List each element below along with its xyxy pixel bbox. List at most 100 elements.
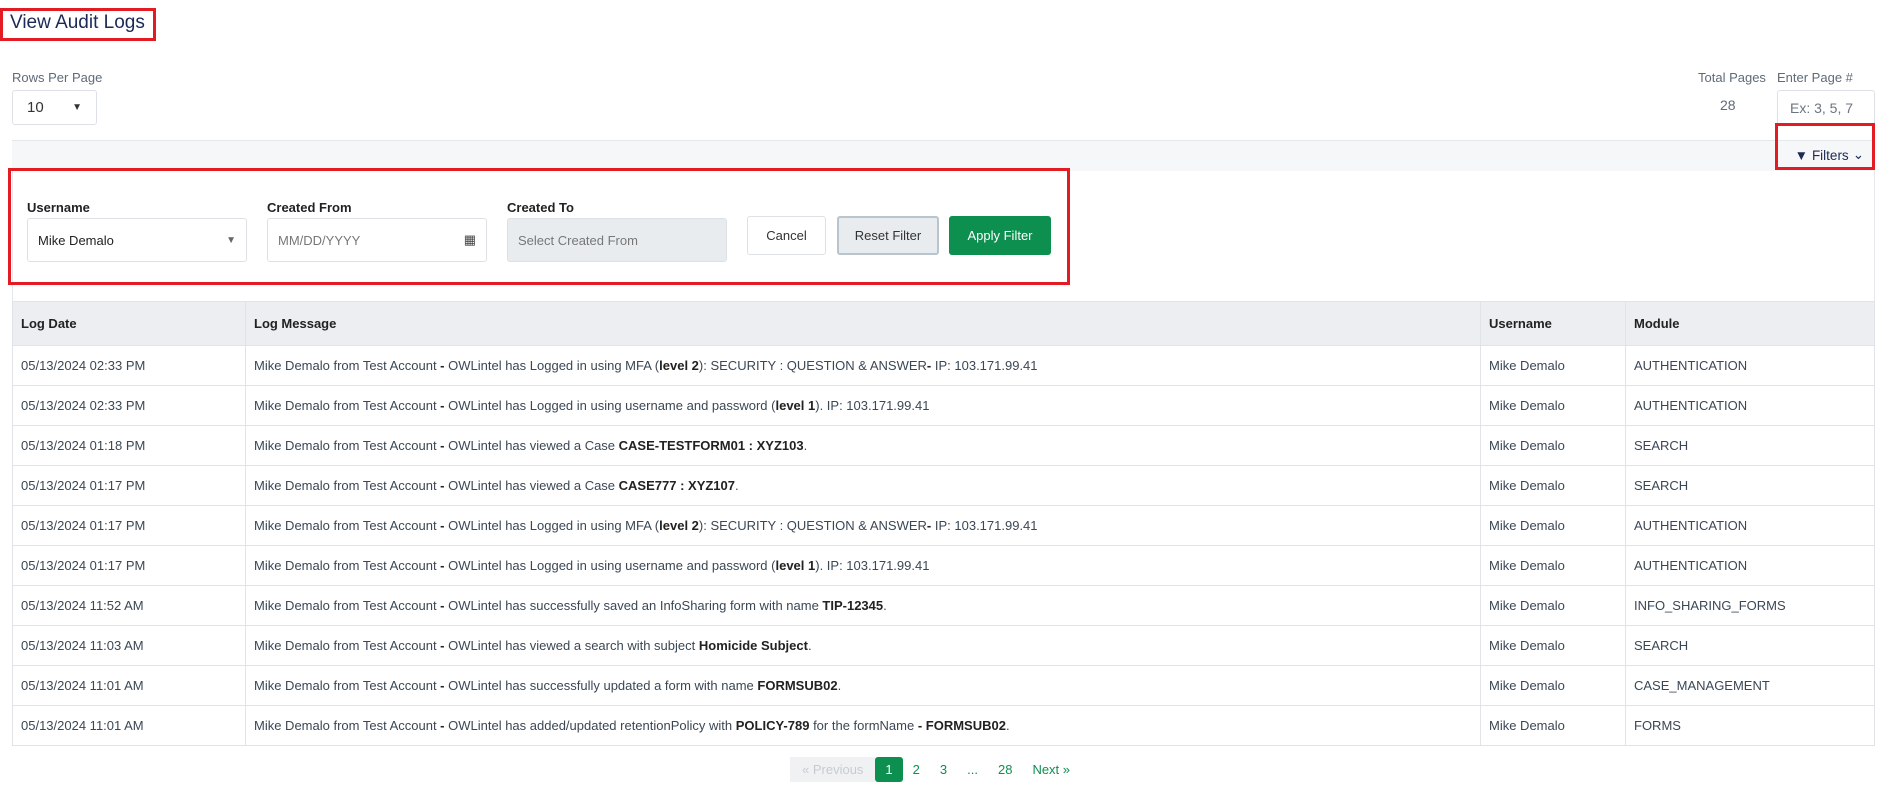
message-text: Mike Demalo from Test Account (254, 398, 441, 413)
highlight-title (0, 8, 156, 41)
message-text: ). IP: 103.171.99.41 (815, 558, 930, 573)
message-highlight: level 1 (775, 558, 816, 573)
page-3-button[interactable]: 3 (930, 757, 957, 782)
username-cell: Mike Demalo (1480, 505, 1626, 546)
message-text: . (735, 478, 739, 493)
page-2-button[interactable]: 2 (903, 757, 930, 782)
log-message-cell: Mike Demalo from Test Account - OWLintel… (245, 585, 1481, 626)
previous-page-button[interactable]: « Previous (790, 757, 876, 782)
log-date-cell: 05/13/2024 11:52 AM (12, 585, 246, 626)
message-text: OWLintel has viewed a Case (444, 438, 619, 453)
message-text: OWLintel has viewed a Case (444, 478, 619, 493)
table-row: 05/13/2024 11:52 AM Mike Demalo from Test… (12, 585, 1875, 626)
message-text: Mike Demalo from Test Account (254, 558, 441, 573)
message-text: OWLintel has successfully saved an InfoS… (444, 598, 823, 613)
message-text: IP: 103.171.99.41 (931, 358, 1038, 373)
module-cell: AUTHENTICATION (1625, 385, 1875, 426)
table-row: 05/13/2024 11:01 AM Mike Demalo from Test… (12, 665, 1875, 706)
highlight-filter-panel (8, 168, 1070, 285)
message-text: Mike Demalo from Test Account (254, 638, 441, 653)
message-text: OWLintel has viewed a search with subjec… (444, 638, 699, 653)
log-date-cell: 05/13/2024 11:01 AM (12, 705, 246, 746)
table-row: 05/13/2024 02:33 PM Mike Demalo from Test… (12, 345, 1875, 386)
message-text: IP: 103.171.99.41 (931, 518, 1038, 533)
total-pages-label: Total Pages (1698, 70, 1766, 85)
page-1-button[interactable]: 1 (875, 757, 903, 782)
log-message-cell: Mike Demalo from Test Account - OWLintel… (245, 505, 1481, 546)
log-date-cell: 05/13/2024 02:33 PM (12, 385, 246, 426)
highlight-filters (1775, 123, 1875, 170)
log-date-cell: 05/13/2024 01:17 PM (12, 505, 246, 546)
message-highlight: level 2 (659, 518, 699, 533)
message-text: Mike Demalo from Test Account (254, 518, 441, 533)
message-text: ): SECURITY : QUESTION & ANSWER (698, 518, 927, 533)
rows-per-page-value: 10 (27, 99, 44, 116)
message-highlight: TIP-12345 (822, 598, 884, 613)
message-text: OWLintel has Logged in using MFA ( (444, 358, 660, 373)
column-header-log-date[interactable]: Log Date (12, 301, 246, 346)
log-date-cell: 05/13/2024 11:03 AM (12, 625, 246, 666)
username-cell: Mike Demalo (1480, 425, 1626, 466)
table-row: 05/13/2024 02:33 PM Mike Demalo from Test… (12, 385, 1875, 426)
log-message-cell: Mike Demalo from Test Account - OWLintel… (245, 705, 1481, 746)
total-pages-value: 28 (1720, 97, 1736, 113)
column-header-username[interactable]: Username (1480, 301, 1626, 346)
page-number-input[interactable]: Ex: 3, 5, 7 (1777, 90, 1875, 126)
message-text: Mike Demalo from Test Account (254, 678, 441, 693)
log-message-cell: Mike Demalo from Test Account - OWLintel… (245, 465, 1481, 506)
message-text: Mike Demalo from Test Account (254, 478, 441, 493)
username-cell: Mike Demalo (1480, 705, 1626, 746)
message-highlight: Homicide Subject (698, 638, 808, 653)
module-cell: INFO_SHARING_FORMS (1625, 585, 1875, 626)
message-text: . (803, 438, 808, 453)
message-text: ): SECURITY : QUESTION & ANSWER (698, 358, 927, 373)
log-date-cell: 05/13/2024 01:17 PM (12, 545, 246, 586)
message-highlight: POLICY-789 (735, 718, 810, 733)
message-text: OWLintel has successfully updated a form… (444, 678, 758, 693)
username-cell: Mike Demalo (1480, 585, 1626, 626)
message-highlight: - FORMSUB02 (917, 718, 1006, 733)
rows-per-page-label: Rows Per Page (12, 70, 103, 85)
message-text: OWLintel has Logged in using username an… (444, 398, 776, 413)
ellipsis: ... (967, 762, 978, 777)
table-row: 05/13/2024 01:17 PM Mike Demalo from Test… (12, 465, 1875, 506)
message-text: OWLintel has Logged in using MFA ( (444, 518, 660, 533)
message-highlight: level 1 (775, 398, 816, 413)
table-row: 05/13/2024 11:01 AM Mike Demalo from Test… (12, 705, 1875, 746)
rows-per-page-select[interactable]: 10 ▼ (12, 90, 97, 125)
module-cell: SEARCH (1625, 425, 1875, 466)
page-28-button[interactable]: 28 (988, 757, 1022, 782)
log-message-cell: Mike Demalo from Test Account - OWLintel… (245, 345, 1481, 386)
module-cell: FORMS (1625, 705, 1875, 746)
message-highlight: CASE-TESTFORM01 : XYZ103 (618, 438, 804, 453)
log-message-cell: Mike Demalo from Test Account - OWLintel… (245, 385, 1481, 426)
message-highlight: CASE777 : XYZ107 (618, 478, 735, 493)
log-date-cell: 05/13/2024 02:33 PM (12, 345, 246, 386)
log-message-cell: Mike Demalo from Test Account - OWLintel… (245, 665, 1481, 706)
module-cell: AUTHENTICATION (1625, 345, 1875, 386)
enter-page-label: Enter Page # (1777, 70, 1853, 85)
table-row: 05/13/2024 01:18 PM Mike Demalo from Test… (12, 425, 1875, 466)
next-page-button[interactable]: Next » (1022, 757, 1080, 782)
message-text: ). IP: 103.171.99.41 (815, 398, 930, 413)
log-message-cell: Mike Demalo from Test Account - OWLintel… (245, 425, 1481, 466)
log-date-cell: 05/13/2024 01:18 PM (12, 425, 246, 466)
message-text: Mike Demalo from Test Account (254, 598, 441, 613)
log-date-cell: 05/13/2024 01:17 PM (12, 465, 246, 506)
username-cell: Mike Demalo (1480, 665, 1626, 706)
table-row: 05/13/2024 01:17 PM Mike Demalo from Test… (12, 505, 1875, 546)
username-cell: Mike Demalo (1480, 385, 1626, 426)
table-row: 05/13/2024 01:17 PM Mike Demalo from Test… (12, 545, 1875, 586)
message-text: Mike Demalo from Test Account (254, 358, 441, 373)
message-text: . (807, 638, 812, 653)
column-header-log-message[interactable]: Log Message (245, 301, 1481, 346)
message-text: . (1005, 718, 1010, 733)
column-header-module[interactable]: Module (1625, 301, 1875, 346)
module-cell: CASE_MANAGEMENT (1625, 665, 1875, 706)
log-date-cell: 05/13/2024 11:01 AM (12, 665, 246, 706)
message-text: . (837, 678, 842, 693)
message-text: for the formName (809, 718, 918, 733)
filter-bar (12, 140, 1875, 171)
log-message-cell: Mike Demalo from Test Account - OWLintel… (245, 545, 1481, 586)
table-row: 05/13/2024 11:03 AM Mike Demalo from Test… (12, 625, 1875, 666)
